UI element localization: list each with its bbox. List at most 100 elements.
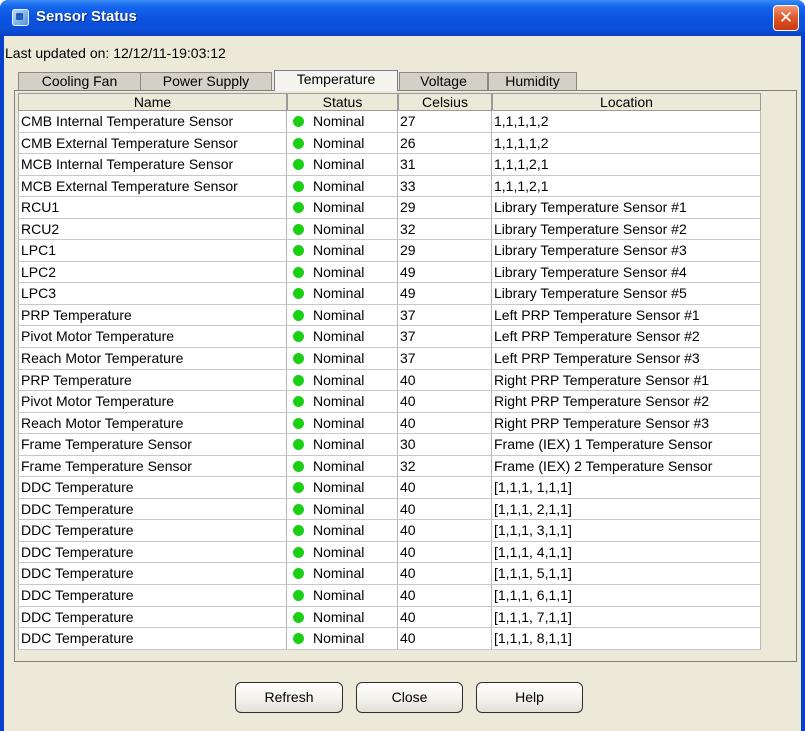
table-row[interactable]: MCB Internal Temperature Sensor Nominal 31… bbox=[18, 154, 761, 176]
table-row[interactable]: Reach Motor Temperature Nominal 37 Left PRP… bbox=[18, 348, 761, 370]
table-row[interactable]: DDC Temperature Nominal 40 [1,1,1, 4,1,1] bbox=[18, 541, 761, 564]
location-cell: Library Temperature Sensor #1 bbox=[492, 197, 761, 219]
location-cell: [1,1,1, 1,1,1] bbox=[492, 477, 761, 499]
status-dot-icon bbox=[293, 460, 304, 472]
location-cell: 1,1,1,2,1 bbox=[492, 175, 761, 198]
table-row[interactable]: Reach Motor Temperature Nominal 40 Right PR… bbox=[18, 412, 761, 435]
table-row[interactable]: Frame Temperature Sensor Nominal 30 Frame (… bbox=[18, 434, 761, 456]
sensor-name-cell: DDC Temperature bbox=[18, 606, 287, 629]
status-label: Nominal bbox=[313, 285, 365, 302]
status-cell: Nominal bbox=[287, 154, 398, 176]
table-row[interactable]: DDC Temperature Nominal 40 [1,1,1, 2,1,1] bbox=[18, 498, 761, 521]
status-cell: Nominal bbox=[287, 434, 398, 456]
status-label: Nominal bbox=[313, 500, 365, 517]
location-cell: Right PRP Temperature Sensor #2 bbox=[492, 391, 761, 413]
last-updated-label: Last updated on: 12/12/11-19:03:12 bbox=[5, 45, 226, 61]
status-dot-icon bbox=[293, 546, 304, 558]
title-bar[interactable]: Sensor Status ✕ bbox=[0, 0, 805, 36]
table-body: CMB Internal Temperature Sensor Nominal 27… bbox=[18, 111, 761, 650]
table-row[interactable]: MCB External Temperature Sensor Nominal 33… bbox=[18, 175, 761, 198]
status-label: Nominal bbox=[313, 350, 365, 367]
window-title: Sensor Status bbox=[36, 8, 137, 25]
status-cell: Nominal bbox=[287, 111, 398, 133]
table-row[interactable]: DDC Temperature Nominal 40 [1,1,1, 6,1,1] bbox=[18, 585, 761, 607]
status-cell: Nominal bbox=[287, 520, 398, 542]
location-cell: Left PRP Temperature Sensor #1 bbox=[492, 304, 761, 327]
table-row[interactable]: Pivot Motor Temperature Nominal 37 Left PRP… bbox=[18, 326, 761, 349]
tab-temperature[interactable]: Temperature bbox=[274, 70, 398, 91]
status-cell: Nominal bbox=[287, 455, 398, 478]
location-cell: [1,1,1, 8,1,1] bbox=[492, 628, 761, 650]
celsius-cell: 40 bbox=[398, 391, 492, 413]
celsius-cell: 32 bbox=[398, 218, 492, 241]
status-dot-icon bbox=[293, 611, 304, 623]
location-cell: [1,1,1, 7,1,1] bbox=[492, 606, 761, 629]
table-row[interactable]: RCU2 Nominal 32 Library Temperature Sensor … bbox=[18, 218, 761, 241]
table-row[interactable]: DDC Temperature Nominal 40 [1,1,1, 8,1,1] bbox=[18, 628, 761, 650]
table-row[interactable]: LPC1 Nominal 29 Library Temperature Sensor … bbox=[18, 240, 761, 262]
status-dot-icon bbox=[293, 396, 304, 408]
celsius-cell: 29 bbox=[398, 240, 492, 262]
location-cell: Library Temperature Sensor #3 bbox=[492, 240, 761, 262]
status-label: Nominal bbox=[313, 220, 365, 237]
table-row[interactable]: CMB Internal Temperature Sensor Nominal 27… bbox=[18, 111, 761, 133]
table-row[interactable]: Frame Temperature Sensor Nominal 32 Frame (… bbox=[18, 455, 761, 478]
table-row[interactable]: DDC Temperature Nominal 40 [1,1,1, 5,1,1] bbox=[18, 563, 761, 586]
status-label: Nominal bbox=[313, 565, 365, 582]
table-row[interactable]: LPC3 Nominal 49 Library Temperature Sensor … bbox=[18, 283, 761, 305]
celsius-cell: 32 bbox=[398, 455, 492, 478]
table-row[interactable]: DDC Temperature Nominal 40 [1,1,1, 1,1,1] bbox=[18, 477, 761, 499]
tab-voltage[interactable]: Voltage bbox=[399, 72, 488, 90]
sensor-name-cell: CMB Internal Temperature Sensor bbox=[18, 111, 287, 133]
location-cell: 1,1,1,2,1 bbox=[492, 154, 761, 176]
table-row[interactable]: PRP Temperature Nominal 40 Right PRP Temper… bbox=[18, 369, 761, 392]
sensor-name-cell: LPC2 bbox=[18, 261, 287, 284]
status-label: Nominal bbox=[313, 134, 365, 151]
status-label: Nominal bbox=[313, 371, 365, 388]
tab-cooling-fan[interactable]: Cooling Fan bbox=[18, 72, 141, 90]
table-row[interactable]: LPC2 Nominal 49 Library Temperature Sensor … bbox=[18, 261, 761, 284]
close-button[interactable]: Close bbox=[356, 682, 463, 713]
celsius-cell: 29 bbox=[398, 197, 492, 219]
status-label: Nominal bbox=[313, 263, 365, 280]
status-cell: Nominal bbox=[287, 326, 398, 349]
status-cell: Nominal bbox=[287, 412, 398, 435]
sensor-name-cell: RCU2 bbox=[18, 218, 287, 241]
table-row[interactable]: CMB External Temperature Sensor Nominal 26… bbox=[18, 132, 761, 155]
status-cell: Nominal bbox=[287, 498, 398, 521]
table-row[interactable]: Pivot Motor Temperature Nominal 40 Right PR… bbox=[18, 391, 761, 413]
table-row[interactable]: DDC Temperature Nominal 40 [1,1,1, 7,1,1] bbox=[18, 606, 761, 629]
celsius-cell: 40 bbox=[398, 498, 492, 521]
refresh-button[interactable]: Refresh bbox=[235, 682, 343, 713]
table-row[interactable]: DDC Temperature Nominal 40 [1,1,1, 3,1,1] bbox=[18, 520, 761, 542]
celsius-cell: 40 bbox=[398, 606, 492, 629]
help-button[interactable]: Help bbox=[476, 682, 583, 713]
status-dot-icon bbox=[293, 266, 304, 278]
celsius-cell: 27 bbox=[398, 111, 492, 133]
sensor-name-cell: DDC Temperature bbox=[18, 498, 287, 521]
status-dot-icon bbox=[293, 309, 304, 321]
celsius-cell: 40 bbox=[398, 520, 492, 542]
status-cell: Nominal bbox=[287, 628, 398, 650]
column-header-status[interactable]: Status bbox=[287, 93, 398, 111]
status-dot-icon bbox=[293, 374, 304, 386]
tab-power-supply[interactable]: Power Supply bbox=[140, 72, 272, 90]
window-close-button[interactable]: ✕ bbox=[773, 5, 799, 31]
location-cell: Left PRP Temperature Sensor #2 bbox=[492, 326, 761, 349]
sensor-name-cell: Reach Motor Temperature bbox=[18, 348, 287, 370]
status-label: Nominal bbox=[313, 608, 365, 625]
status-cell: Nominal bbox=[287, 585, 398, 607]
location-cell: [1,1,1, 6,1,1] bbox=[492, 585, 761, 607]
location-cell: 1,1,1,1,2 bbox=[492, 111, 761, 133]
column-header-location[interactable]: Location bbox=[492, 93, 761, 111]
status-cell: Nominal bbox=[287, 348, 398, 370]
tab-humidity[interactable]: Humidity bbox=[488, 72, 577, 90]
status-label: Nominal bbox=[313, 199, 365, 216]
column-header-name[interactable]: Name bbox=[18, 93, 287, 111]
sensor-name-cell: Frame Temperature Sensor bbox=[18, 434, 287, 456]
table-row[interactable]: RCU1 Nominal 29 Library Temperature Sensor … bbox=[18, 197, 761, 219]
column-header-celsius[interactable]: Celsius bbox=[398, 93, 492, 111]
status-cell: Nominal bbox=[287, 477, 398, 499]
table-row[interactable]: PRP Temperature Nominal 37 Left PRP Tempera… bbox=[18, 304, 761, 327]
sensor-name-cell: Reach Motor Temperature bbox=[18, 412, 287, 435]
